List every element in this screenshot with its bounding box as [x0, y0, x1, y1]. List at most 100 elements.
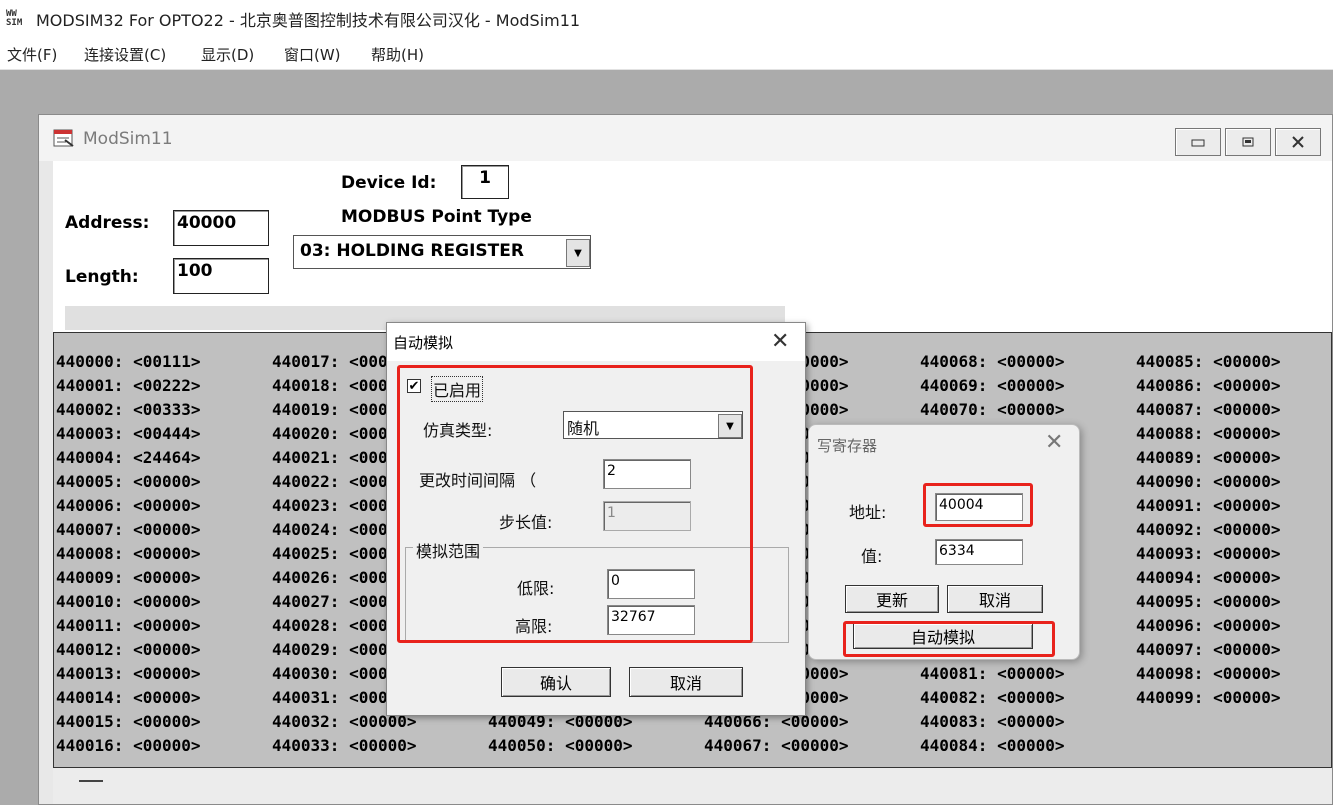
register-value[interactable]: 440014: <00000> — [56, 688, 201, 707]
write-cancel-button[interactable]: 取消 — [947, 585, 1043, 613]
interval-field[interactable]: 2 — [603, 459, 691, 489]
update-button[interactable]: 更新 — [845, 585, 939, 613]
register-value[interactable]: 440083: <00000> — [920, 712, 1065, 731]
register-value[interactable]: 440070: <00000> — [920, 400, 1065, 419]
menu-window[interactable]: 窗口(W) — [284, 44, 341, 65]
status-strip — [53, 768, 1332, 804]
register-value[interactable]: 440096: <00000> — [1136, 616, 1281, 635]
settings-panel: Device Id: 1 MODBUS Point Type 03: HOLDI… — [53, 161, 1332, 332]
menu-connection[interactable]: 连接设置(C) — [84, 44, 166, 65]
register-value[interactable]: 440092: <00000> — [1136, 520, 1281, 539]
register-value[interactable]: 440013: <00000> — [56, 664, 201, 683]
register-value[interactable]: 440033: <00000> — [272, 736, 417, 755]
register-value[interactable]: 440090: <00000> — [1136, 472, 1281, 491]
register-value[interactable]: 440004: <24464> — [56, 448, 201, 467]
point-type-value: 03: HOLDING REGISTER — [300, 241, 524, 261]
length-label: Length: — [65, 267, 139, 287]
register-value[interactable]: 440009: <00000> — [56, 568, 201, 587]
register-value[interactable]: 440093: <00000> — [1136, 544, 1281, 563]
restore-button[interactable] — [1225, 128, 1271, 156]
close-button[interactable] — [1275, 128, 1321, 156]
register-value[interactable]: 440069: <00000> — [920, 376, 1065, 395]
status-dash — [79, 780, 103, 782]
register-value[interactable]: 440081: <00000> — [920, 664, 1065, 683]
high-field[interactable]: 32767 — [607, 605, 695, 635]
length-field[interactable]: 100 — [173, 258, 269, 294]
write-value-field[interactable]: 6334 — [935, 539, 1023, 565]
minimize-button[interactable] — [1175, 128, 1221, 156]
app-titlebar: WW SIM MODSIM32 For OPTO22 - 北京奥普图控制技术有限… — [0, 0, 1333, 38]
register-value[interactable]: 440095: <00000> — [1136, 592, 1281, 611]
cancel-button[interactable]: 取消 — [629, 667, 743, 697]
write-address-field[interactable]: 40004 — [935, 493, 1023, 521]
register-value[interactable]: 440000: <00111> — [56, 352, 201, 371]
register-value[interactable]: 440068: <00000> — [920, 352, 1065, 371]
step-label: 步长值: — [499, 513, 553, 532]
register-value[interactable]: 440003: <00444> — [56, 424, 201, 443]
close-icon[interactable]: ✕ — [1045, 432, 1063, 454]
device-id-label: Device Id: — [341, 173, 437, 193]
auto-simulate-dialog: 自动模拟 ✕ ✔ 已启用 仿真类型: 随机 ▼ 更改时间间隔 （ 2 步长值: … — [386, 322, 806, 716]
write-value-label: 值: — [861, 547, 883, 566]
write-dialog-title: 写寄存器 — [817, 437, 878, 455]
auto-dialog-titlebar: 自动模拟 ✕ — [387, 323, 805, 361]
address-label: Address: — [65, 213, 150, 233]
enabled-label: 已启用 — [431, 376, 484, 402]
write-register-dialog: 写寄存器 ✕ 地址: 40004 值: 6334 更新 取消 自动模拟 — [808, 424, 1080, 660]
enabled-checkbox[interactable]: ✔ — [407, 379, 421, 393]
register-value[interactable]: 440005: <00000> — [56, 472, 201, 491]
chevron-down-icon[interactable]: ▼ — [718, 414, 742, 438]
close-icon[interactable]: ✕ — [771, 331, 789, 353]
range-group-label: 模拟范围 — [413, 538, 484, 562]
register-value[interactable]: 440088: <00000> — [1136, 424, 1281, 443]
register-value[interactable]: 440094: <00000> — [1136, 568, 1281, 587]
register-value[interactable]: 440012: <00000> — [56, 640, 201, 659]
register-value[interactable]: 440016: <00000> — [56, 736, 201, 755]
register-value[interactable]: 440011: <00000> — [56, 616, 201, 635]
register-value[interactable]: 440087: <00000> — [1136, 400, 1281, 419]
register-value[interactable]: 440007: <00000> — [56, 520, 201, 539]
menu-display[interactable]: 显示(D) — [201, 44, 254, 65]
register-value[interactable]: 440006: <00000> — [56, 496, 201, 515]
address-field[interactable]: 40000 — [173, 210, 269, 246]
step-field: 1 — [603, 501, 691, 531]
register-value[interactable]: 440067: <00000> — [704, 736, 849, 755]
interval-label: 更改时间间隔 （ — [419, 471, 537, 490]
auto-simulate-button[interactable]: 自动模拟 — [853, 623, 1033, 649]
register-value[interactable]: 440008: <00000> — [56, 544, 201, 563]
register-value[interactable]: 440086: <00000> — [1136, 376, 1281, 395]
auto-dialog-title: 自动模拟 — [393, 334, 454, 352]
write-address-label: 地址: — [849, 503, 887, 522]
register-value[interactable]: 440084: <00000> — [920, 736, 1065, 755]
register-value[interactable]: 440085: <00000> — [1136, 352, 1281, 371]
low-label: 低限: — [517, 579, 555, 598]
sim-type-select[interactable]: 随机 ▼ — [563, 411, 743, 439]
chevron-down-icon[interactable]: ▼ — [566, 239, 590, 267]
register-value[interactable]: 440002: <00333> — [56, 400, 201, 419]
register-value[interactable]: 440050: <00000> — [488, 736, 633, 755]
register-value[interactable]: 440015: <00000> — [56, 712, 201, 731]
sim-type-label: 仿真类型: — [423, 421, 493, 440]
register-value[interactable]: 440091: <00000> — [1136, 496, 1281, 515]
menubar: 文件(F) 连接设置(C) 显示(D) 窗口(W) 帮助(H) — [0, 38, 1333, 70]
document-icon — [53, 128, 75, 148]
register-value[interactable]: 440082: <00000> — [920, 688, 1065, 707]
register-value[interactable]: 440001: <00222> — [56, 376, 201, 395]
app-icon: WW SIM — [6, 9, 23, 28]
register-value[interactable]: 440089: <00000> — [1136, 448, 1281, 467]
device-id-field[interactable]: 1 — [461, 165, 509, 199]
child-title: ModSim11 — [83, 129, 173, 149]
high-label: 高限: — [515, 617, 553, 636]
menu-file[interactable]: 文件(F) — [7, 44, 57, 65]
register-value[interactable]: 440098: <00000> — [1136, 664, 1281, 683]
register-value[interactable]: 440099: <00000> — [1136, 688, 1281, 707]
menu-help[interactable]: 帮助(H) — [371, 44, 424, 65]
point-type-label: MODBUS Point Type — [341, 207, 532, 227]
ok-button[interactable]: 确认 — [501, 667, 611, 697]
low-field[interactable]: 0 — [607, 569, 695, 599]
register-value[interactable]: 440097: <00000> — [1136, 640, 1281, 659]
register-value[interactable]: 440010: <00000> — [56, 592, 201, 611]
child-titlebar: ModSim11 — [39, 115, 1332, 161]
sim-type-value: 随机 — [567, 419, 600, 438]
point-type-select[interactable]: 03: HOLDING REGISTER ▼ — [293, 235, 591, 269]
